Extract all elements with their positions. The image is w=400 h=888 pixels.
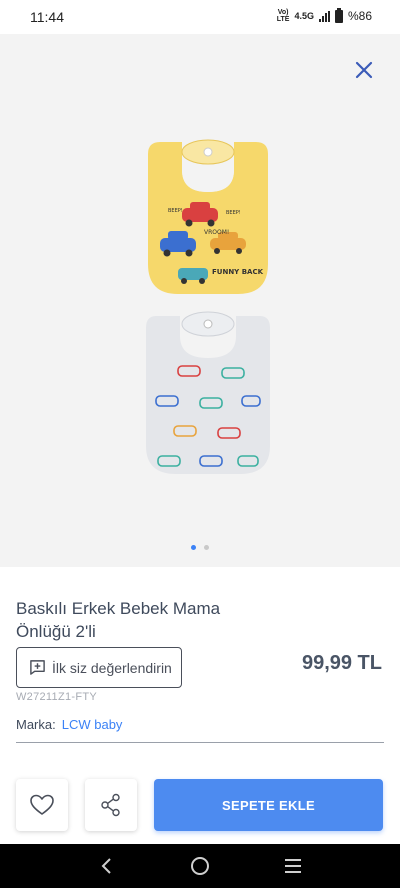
product-sku: W27211Z1-FTY — [16, 691, 98, 703]
volte-indicator: Vo) LTE — [276, 9, 290, 23]
product-title: Baskılı Erkek Bebek Mama Önlüğü 2'li — [16, 599, 221, 641]
system-navigation-bar — [0, 844, 400, 888]
gallery-pagination — [0, 545, 400, 550]
favorite-button[interactable] — [16, 779, 68, 831]
divider — [16, 742, 384, 743]
write-review-button[interactable]: İlk siz değerlendirin — [16, 647, 182, 688]
product-image-yellow-bib: VROOM! FUNNY BACK BEEP! BEEP! — [148, 139, 268, 294]
status-time: 11:44 — [30, 9, 64, 25]
back-icon — [101, 858, 111, 874]
action-bar: SEPETE EKLE — [0, 778, 400, 838]
bib-text-funny: FUNNY BACK — [212, 268, 264, 276]
status-indicators: Vo) LTE 4.5G %86 — [276, 7, 372, 23]
gallery-dot-2[interactable] — [204, 545, 209, 550]
share-button[interactable] — [85, 779, 137, 831]
menu-icon — [285, 859, 302, 873]
close-button[interactable] — [352, 58, 376, 82]
gallery-dot-1[interactable] — [191, 545, 196, 550]
nav-menu-button[interactable] — [281, 854, 305, 878]
bib-text-beep-2: BEEP! — [226, 210, 241, 216]
add-comment-icon — [30, 660, 45, 675]
battery-icon — [334, 7, 343, 23]
product-price: 99,99 TL — [301, 652, 382, 674]
heart-icon — [30, 794, 54, 815]
battery-level: %86 — [347, 9, 372, 23]
nav-home-button[interactable] — [188, 854, 212, 878]
write-review-label: İlk siz değerlendirin — [52, 659, 172, 676]
brand-row: Marka: LCW baby — [16, 717, 122, 732]
status-bar: 11:44 Vo) LTE 4.5G %86 — [0, 0, 400, 34]
add-to-cart-button[interactable]: SEPETE EKLE — [154, 779, 383, 831]
product-image-gray-bib — [146, 311, 270, 474]
close-icon — [355, 61, 373, 79]
home-icon — [190, 857, 209, 875]
bib-text-vroom: VROOM! — [204, 229, 229, 236]
signal-icon — [318, 10, 330, 22]
brand-link[interactable]: LCW baby — [62, 717, 123, 732]
nav-back-button[interactable] — [95, 854, 119, 878]
share-icon — [101, 793, 120, 817]
product-image-gallery[interactable]: VROOM! FUNNY BACK BEEP! BEEP! — [0, 34, 400, 567]
brand-label: Marka: — [16, 717, 56, 732]
network-type: 4.5G — [294, 11, 314, 21]
bib-text-beep-1: BEEP! — [168, 208, 183, 214]
